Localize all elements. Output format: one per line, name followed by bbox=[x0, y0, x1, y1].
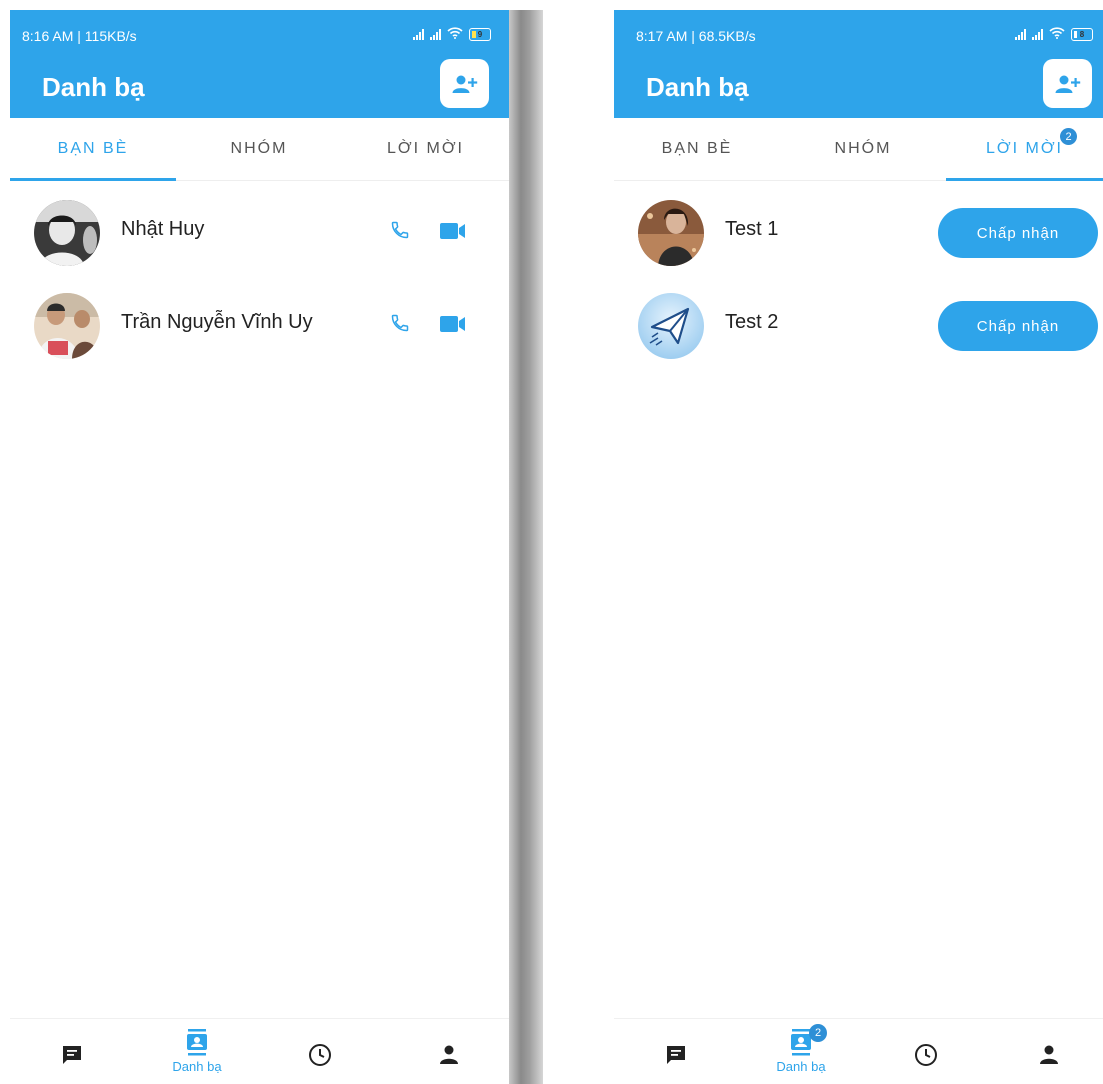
tab-invitations[interactable]: LỜI MỜI bbox=[342, 118, 509, 180]
invitation-row: Test 2 Chấp nhận bbox=[614, 285, 1103, 365]
add-friend-button[interactable] bbox=[1043, 59, 1092, 108]
nav-contacts[interactable]: Danh bạ bbox=[167, 1019, 227, 1084]
battery-icon: 9 bbox=[469, 27, 491, 41]
status-icons: 9 bbox=[413, 27, 491, 41]
signal-icon bbox=[1015, 28, 1026, 40]
profile-icon bbox=[440, 1045, 458, 1064]
contact-row[interactable]: Nhật Huy bbox=[10, 192, 509, 272]
battery-level: 9 bbox=[477, 29, 483, 39]
wifi-icon bbox=[447, 27, 463, 41]
avatar bbox=[34, 293, 100, 359]
contact-name: Trần Nguyễn Vĩnh Uy bbox=[121, 311, 313, 333]
divider-shadow bbox=[509, 10, 543, 1084]
video-call-icon[interactable] bbox=[440, 316, 466, 337]
contacts-icon bbox=[187, 1029, 207, 1056]
bottom-nav: 2 Danh bạ bbox=[614, 1018, 1103, 1084]
phone-icon[interactable] bbox=[390, 220, 410, 245]
phone-screen-invitations: 8:17 AM | 68.5KB/s 8 Danh bạ BẠN BÈ NHÓM… bbox=[614, 10, 1103, 1084]
phone-screen-friends: 8:16 AM | 115KB/s 9 Danh bạ BẠN BÈ NHÓM … bbox=[10, 10, 509, 1084]
tab-label: BẠN BÈ bbox=[661, 140, 733, 157]
avatar bbox=[638, 293, 704, 359]
avatar bbox=[34, 200, 100, 266]
contact-name: Nhật Huy bbox=[121, 218, 205, 240]
invitation-name: Test 2 bbox=[725, 311, 779, 333]
add-person-icon bbox=[1055, 75, 1080, 93]
add-friend-button[interactable] bbox=[440, 59, 489, 108]
chat-icon bbox=[63, 1046, 81, 1064]
contacts-badge: 2 bbox=[809, 1024, 827, 1042]
contact-row[interactable]: Trần Nguyễn Vĩnh Uy bbox=[10, 285, 509, 365]
page-title: Danh bạ bbox=[42, 72, 145, 102]
tab-label: NHÓM bbox=[834, 140, 892, 157]
signal-icon bbox=[1032, 28, 1043, 40]
add-person-icon bbox=[452, 75, 477, 93]
signal-icon bbox=[413, 28, 424, 40]
battery-icon: 8 bbox=[1071, 27, 1093, 41]
chat-icon bbox=[667, 1046, 685, 1064]
nav-history[interactable] bbox=[290, 1019, 350, 1084]
contact-tabs: BẠN BÈ NHÓM LỜI MỜI 2 bbox=[614, 118, 1103, 181]
accept-button[interactable]: Chấp nhận bbox=[938, 208, 1098, 258]
tab-label: LỜI MỜI bbox=[986, 140, 1063, 157]
status-time: 8:17 AM | 68.5KB/s bbox=[636, 28, 756, 44]
status-icons: 8 bbox=[1015, 27, 1093, 41]
tab-label: NHÓM bbox=[230, 140, 288, 157]
nav-contacts[interactable]: 2 Danh bạ bbox=[771, 1019, 831, 1084]
app-header: 8:16 AM | 115KB/s 9 Danh bạ bbox=[10, 10, 509, 118]
tab-groups[interactable]: NHÓM bbox=[176, 118, 342, 180]
tab-friends[interactable]: BẠN BÈ bbox=[614, 118, 780, 180]
battery-level: 8 bbox=[1079, 29, 1085, 39]
nav-profile[interactable] bbox=[1019, 1019, 1079, 1084]
tab-label: BẠN BÈ bbox=[57, 140, 129, 157]
signal-icon bbox=[430, 28, 441, 40]
bottom-nav: Danh bạ bbox=[10, 1018, 509, 1084]
avatar bbox=[638, 200, 704, 266]
invitation-name: Test 1 bbox=[725, 218, 779, 240]
invitation-row: Test 1 Chấp nhận bbox=[614, 192, 1103, 272]
tab-groups[interactable]: NHÓM bbox=[780, 118, 946, 180]
app-header: 8:17 AM | 68.5KB/s 8 Danh bạ bbox=[614, 10, 1103, 118]
nav-label: Danh bạ bbox=[172, 1059, 222, 1074]
video-call-icon[interactable] bbox=[440, 223, 466, 244]
phone-icon[interactable] bbox=[390, 313, 410, 338]
active-tab-indicator bbox=[10, 178, 176, 181]
tab-label: LỜI MỜI bbox=[387, 140, 464, 157]
contact-tabs: BẠN BÈ NHÓM LỜI MỜI bbox=[10, 118, 509, 181]
nav-chats[interactable] bbox=[42, 1019, 102, 1084]
invitation-count-badge: 2 bbox=[1060, 128, 1077, 145]
tab-friends[interactable]: BẠN BÈ bbox=[10, 118, 176, 180]
nav-label: Danh bạ bbox=[776, 1059, 826, 1074]
page-title: Danh bạ bbox=[646, 72, 749, 102]
history-icon bbox=[915, 1044, 937, 1066]
nav-profile[interactable] bbox=[419, 1019, 479, 1084]
tab-invitations[interactable]: LỜI MỜI 2 bbox=[946, 118, 1103, 180]
accept-button[interactable]: Chấp nhận bbox=[938, 301, 1098, 351]
active-tab-indicator bbox=[946, 178, 1103, 181]
nav-chats[interactable] bbox=[646, 1019, 706, 1084]
wifi-icon bbox=[1049, 27, 1065, 41]
status-time: 8:16 AM | 115KB/s bbox=[22, 28, 137, 44]
nav-history[interactable] bbox=[896, 1019, 956, 1084]
history-icon bbox=[309, 1044, 331, 1066]
profile-icon bbox=[1040, 1045, 1058, 1064]
